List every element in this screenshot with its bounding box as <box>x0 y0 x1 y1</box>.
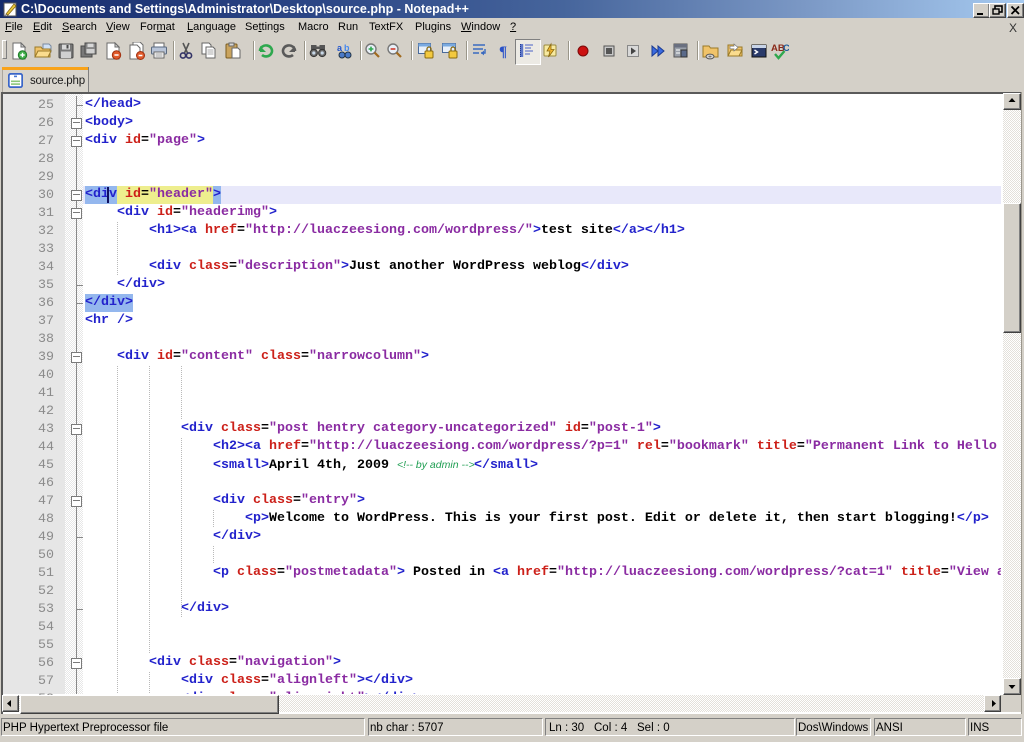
svg-text:a: a <box>337 43 343 53</box>
svg-text:b: b <box>344 43 350 53</box>
svg-text:¶: ¶ <box>499 44 507 60</box>
